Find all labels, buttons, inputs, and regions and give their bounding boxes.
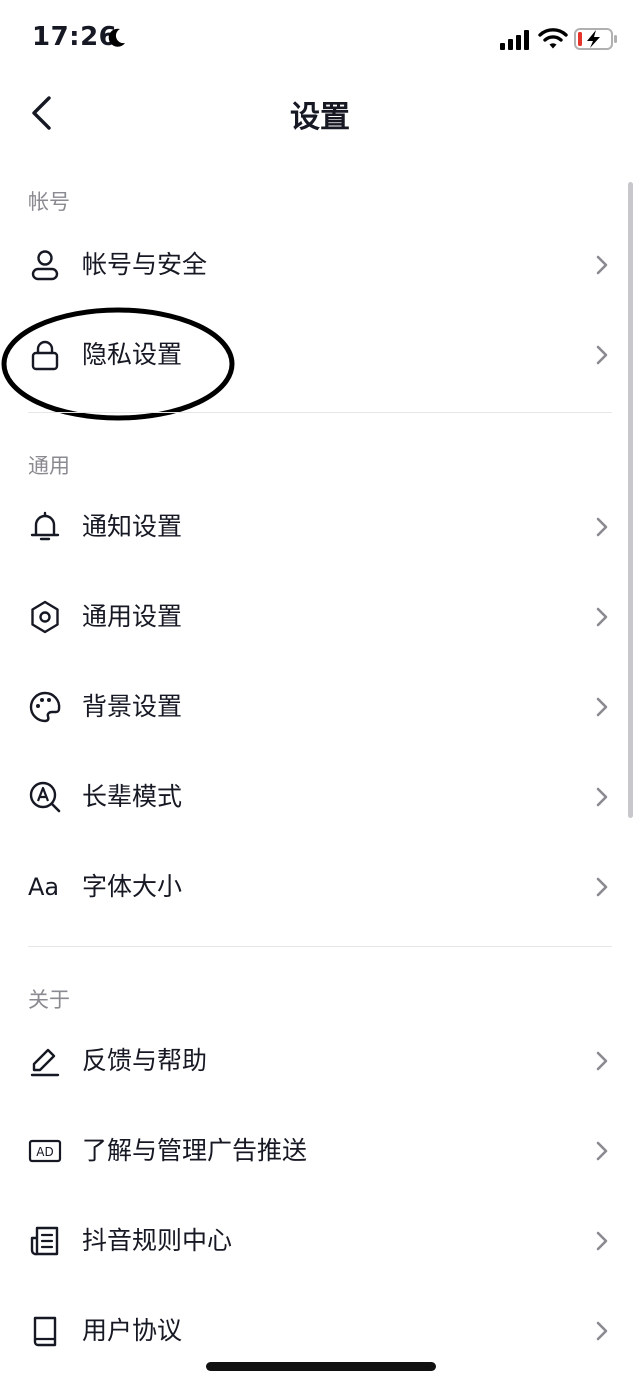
chevron-right-icon [596,1231,608,1251]
settings-item-general[interactable]: 通用设置 [0,572,640,662]
settings-item-label: 抖音规则中心 [82,1226,233,1255]
settings-item-label: 字体大小 [82,872,183,901]
settings-item-notifications[interactable]: 通知设置 [0,482,640,572]
book-icon [33,1316,57,1347]
settings-item-label: 长辈模式 [82,782,183,811]
chevron-right-icon [596,255,608,275]
chevron-right-icon [596,345,608,365]
settings-item-rules-center[interactable]: 抖音规则中心 [0,1196,640,1286]
chevron-right-icon [596,697,608,717]
settings-item-account-security[interactable]: 帐号与安全 [0,220,640,310]
person-icon [31,250,59,281]
chevron-right-icon [596,1051,608,1071]
section-header-general: 通用 [28,454,70,478]
settings-item-label: 通知设置 [82,512,183,541]
settings-item-font-size[interactable]: Aa 字体大小 [0,842,640,932]
settings-item-label: 了解与管理广告推送 [82,1136,308,1165]
gear-icon [31,600,59,634]
settings-item-label: 通用设置 [82,602,183,631]
chevron-right-icon [596,517,608,537]
section-divider [28,946,612,947]
bell-icon [30,511,60,541]
section-divider [28,412,612,413]
ad-icon: AD [28,1139,62,1163]
moon-icon [108,28,125,47]
chevron-right-icon [596,787,608,807]
cellular-signal-icon [500,30,529,50]
settings-item-label: 背景设置 [82,692,183,721]
chevron-right-icon [596,877,608,897]
page-title: 设置 [290,100,350,135]
settings-item-label: 用户协议 [82,1316,183,1345]
font-size-icon: Aa [28,873,60,901]
chevron-right-icon [596,1321,608,1341]
settings-item-elder-mode[interactable]: 长辈模式 [0,752,640,842]
chevron-right-icon [596,1141,608,1161]
settings-item-label: 反馈与帮助 [82,1046,208,1075]
elder-mode-icon [29,781,61,813]
section-header-about: 关于 [28,988,70,1012]
ad-icon-text: AD [36,1145,53,1159]
pencil-icon [30,1048,60,1077]
palette-icon [29,691,61,723]
home-indicator[interactable] [206,1362,436,1371]
chevron-right-icon [596,607,608,627]
settings-item-background[interactable]: 背景设置 [0,662,640,752]
settings-item-label: 帐号与安全 [82,250,208,279]
settings-item-feedback[interactable]: 反馈与帮助 [0,1016,640,1106]
battery-charging-icon [574,28,617,50]
section-header-account: 帐号 [28,190,70,214]
highlight-circle-annotation [1,307,235,421]
wifi-icon [538,28,568,49]
document-icon [30,1226,59,1256]
settings-item-ad-management[interactable]: AD 了解与管理广告推送 [0,1106,640,1196]
scrollbar[interactable] [628,182,633,818]
